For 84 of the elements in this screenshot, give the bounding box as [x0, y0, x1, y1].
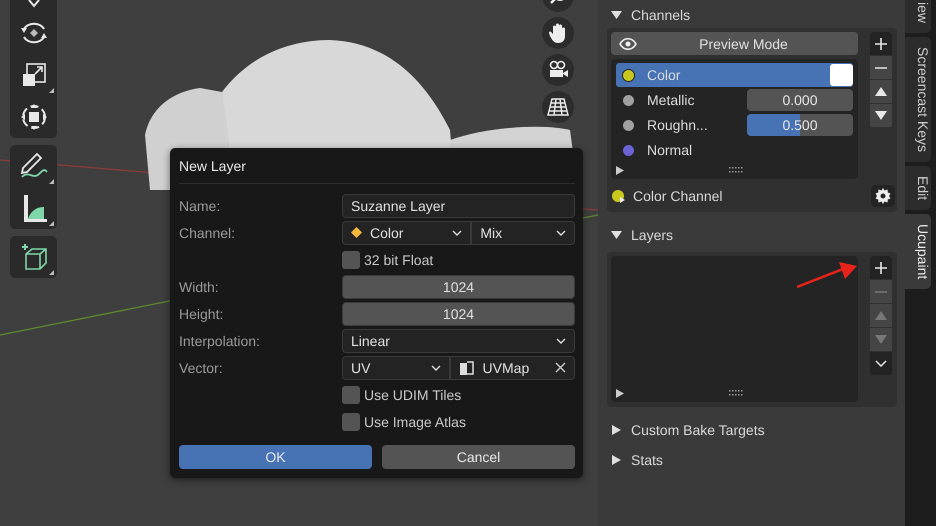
chevron-down-icon: [875, 360, 887, 367]
preview-mode-button[interactable]: Preview Mode: [611, 32, 858, 55]
pencil-tool-icon[interactable]: [18, 152, 48, 180]
perspective-button[interactable]: [542, 91, 574, 123]
grid-icon: [547, 97, 569, 117]
sidebar-tab[interactable]: Screencast Keys: [905, 37, 931, 162]
disclosure-triangle-icon[interactable]: [611, 425, 622, 435]
channel-dot-icon: [611, 188, 626, 204]
sidebar-tab[interactable]: Ucupaint: [905, 214, 931, 290]
field-label: Name:: [179, 198, 222, 214]
width-input[interactable]: 1024: [342, 274, 575, 298]
cancel-button[interactable]: Cancel: [382, 445, 575, 469]
pan-button[interactable]: [542, 17, 574, 49]
settings-icon: [875, 188, 891, 204]
triangle-down-icon: [875, 335, 887, 344]
ok-button[interactable]: OK: [179, 445, 372, 469]
add-button[interactable]: [870, 256, 892, 280]
annotation-arrow-drawing: [797, 259, 859, 289]
checkbox[interactable]: [342, 412, 360, 430]
triangle-up-icon: [875, 311, 887, 320]
menu-button[interactable]: [870, 352, 892, 376]
value-slider[interactable]: 0.000: [747, 89, 853, 111]
field-label: Height:: [179, 306, 224, 322]
checkbox[interactable]: [342, 386, 360, 404]
triangle-up-icon: [875, 87, 887, 96]
field-label: Width:: [179, 278, 220, 294]
dialog-title: New Layer: [179, 158, 246, 174]
height-input[interactable]: 1024: [342, 302, 575, 326]
channel-dropdown[interactable]: Color: [342, 220, 472, 244]
active-channel-label: Color Channel: [633, 188, 722, 204]
uv-map-field[interactable]: UVMap: [450, 356, 575, 380]
settings-button[interactable]: [871, 185, 895, 207]
color-swatch[interactable]: [830, 64, 853, 86]
channel-item[interactable]: Color: [616, 63, 853, 87]
plus-icon: [875, 38, 887, 50]
resize-grip-icon[interactable]: [729, 390, 743, 396]
scale-tool-icon[interactable]: [20, 62, 46, 88]
checkbox[interactable]: [342, 250, 360, 268]
interpolation-dropdown[interactable]: Linear: [342, 328, 575, 352]
caret-icon: [556, 338, 566, 344]
channel-item[interactable]: Normal: [616, 138, 853, 162]
eye-icon: [619, 38, 637, 50]
disclosure-triangle-icon[interactable]: [611, 455, 622, 465]
section-title: Channels: [631, 7, 690, 23]
value-slider[interactable]: 0.500: [747, 114, 853, 136]
minus-icon: [875, 290, 887, 292]
triangle-down-icon: [875, 111, 887, 120]
checkbox-label: Use UDIM Tiles: [364, 386, 462, 402]
channel-item[interactable]: Roughn... 0.500: [616, 113, 853, 137]
hand-icon: [548, 22, 568, 44]
disclosure-triangle-icon[interactable]: [611, 230, 622, 240]
transform-tool-icon[interactable]: [20, 103, 48, 131]
camera-icon: [547, 60, 569, 80]
channel-item[interactable]: Metallic 0.000: [616, 88, 853, 112]
minus-icon: [875, 66, 887, 68]
blend-dropdown[interactable]: Mix: [471, 220, 575, 244]
resize-grip-icon[interactable]: [729, 167, 743, 173]
add-button[interactable]: [870, 32, 892, 56]
section-title[interactable]: Stats: [631, 452, 663, 468]
sidebar-tab[interactable]: Edit: [905, 166, 931, 210]
field-label: Channel:: [179, 224, 236, 240]
checkbox-label: 32 bit Float: [364, 252, 434, 268]
checkbox-label: Use Image Atlas: [364, 414, 466, 430]
field-label: Interpolation:: [179, 332, 261, 348]
down-button[interactable]: [870, 104, 892, 128]
remove-button[interactable]: [870, 56, 892, 80]
diamond-icon: [351, 227, 362, 238]
up-button[interactable]: [870, 80, 892, 104]
uv-map-icon: [458, 360, 475, 376]
sidebar-tab[interactable]: iew: [905, 0, 931, 34]
caret-icon: [430, 364, 441, 370]
camera-view-button[interactable]: [542, 54, 574, 86]
field-label: Vector:: [179, 360, 224, 376]
vector-dropdown[interactable]: UV: [342, 356, 450, 380]
expand-triangle-icon[interactable]: [616, 388, 624, 398]
caret-icon: [556, 230, 566, 236]
expand-triangle-icon[interactable]: [616, 166, 624, 174]
section-title[interactable]: Custom Bake Targets: [631, 422, 765, 438]
disclosure-triangle-icon[interactable]: [611, 10, 622, 20]
caret-icon: [452, 230, 462, 236]
close-icon[interactable]: [555, 362, 566, 373]
section-title: Layers: [631, 227, 674, 243]
name-input[interactable]: Suzanne Layer: [342, 194, 575, 218]
plus-icon: [875, 262, 887, 274]
